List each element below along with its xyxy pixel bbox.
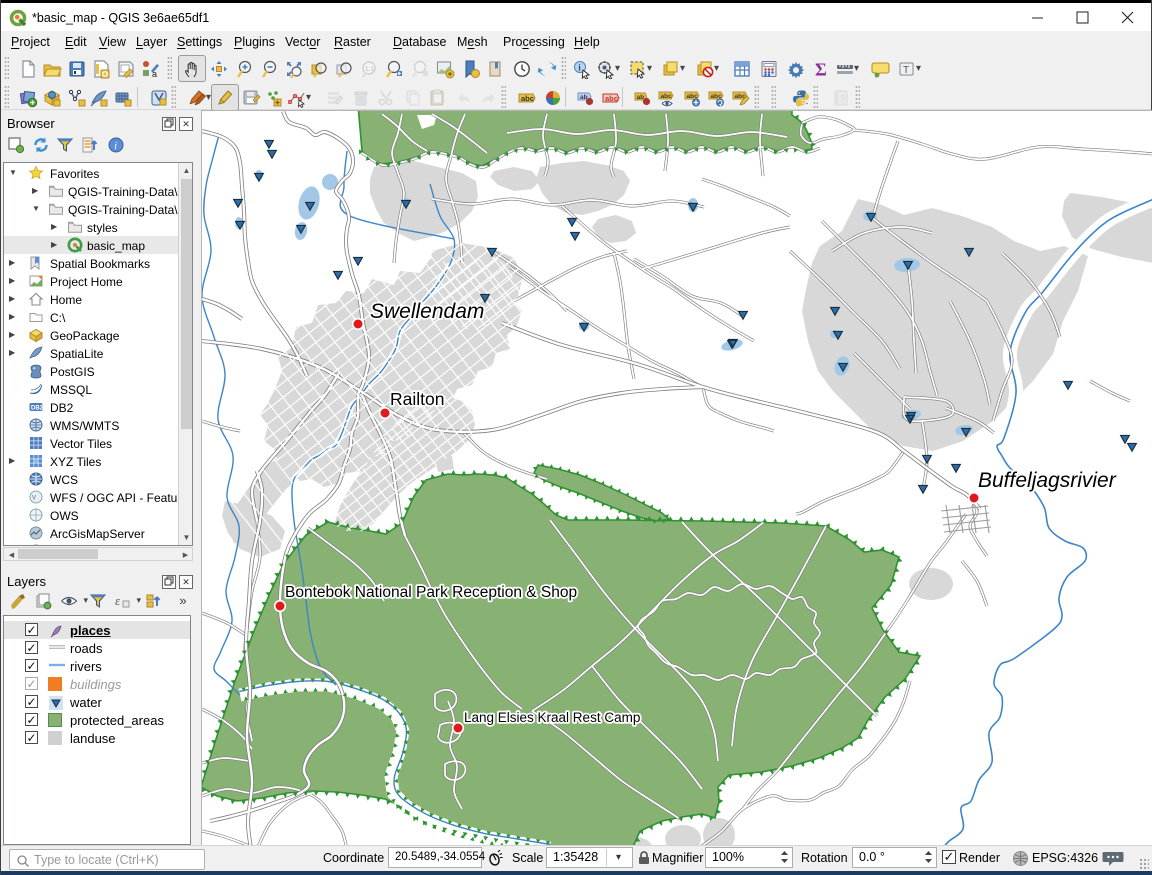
- svg-text:Σ: Σ: [815, 60, 827, 80]
- svg-text:1:1: 1:1: [365, 66, 374, 73]
- svg-text:ε: ε: [115, 593, 121, 608]
- svg-text:a: a: [152, 69, 157, 79]
- svg-text:ab: ab: [637, 94, 645, 101]
- svg-text:Buffeljagsrivier: Buffeljagsrivier: [978, 469, 1117, 492]
- svg-text:V: V: [32, 496, 36, 502]
- svg-text:DB2: DB2: [31, 406, 44, 412]
- svg-text:?: ?: [840, 94, 845, 104]
- svg-text:Railton: Railton: [390, 389, 444, 409]
- svg-text:T: T: [903, 65, 909, 76]
- svg-text:i: i: [114, 141, 117, 152]
- svg-text:Bontebok National Park Recepti: Bontebok National Park Reception & Shop: [285, 584, 577, 601]
- svg-text:Swellendam: Swellendam: [370, 300, 484, 323]
- svg-text:abc: abc: [521, 94, 534, 103]
- svg-text:abc: abc: [661, 93, 673, 100]
- svg-text:Lang Elsies Kraal Rest Camp: Lang Elsies Kraal Rest Camp: [464, 710, 640, 725]
- svg-text:abc: abc: [605, 94, 618, 103]
